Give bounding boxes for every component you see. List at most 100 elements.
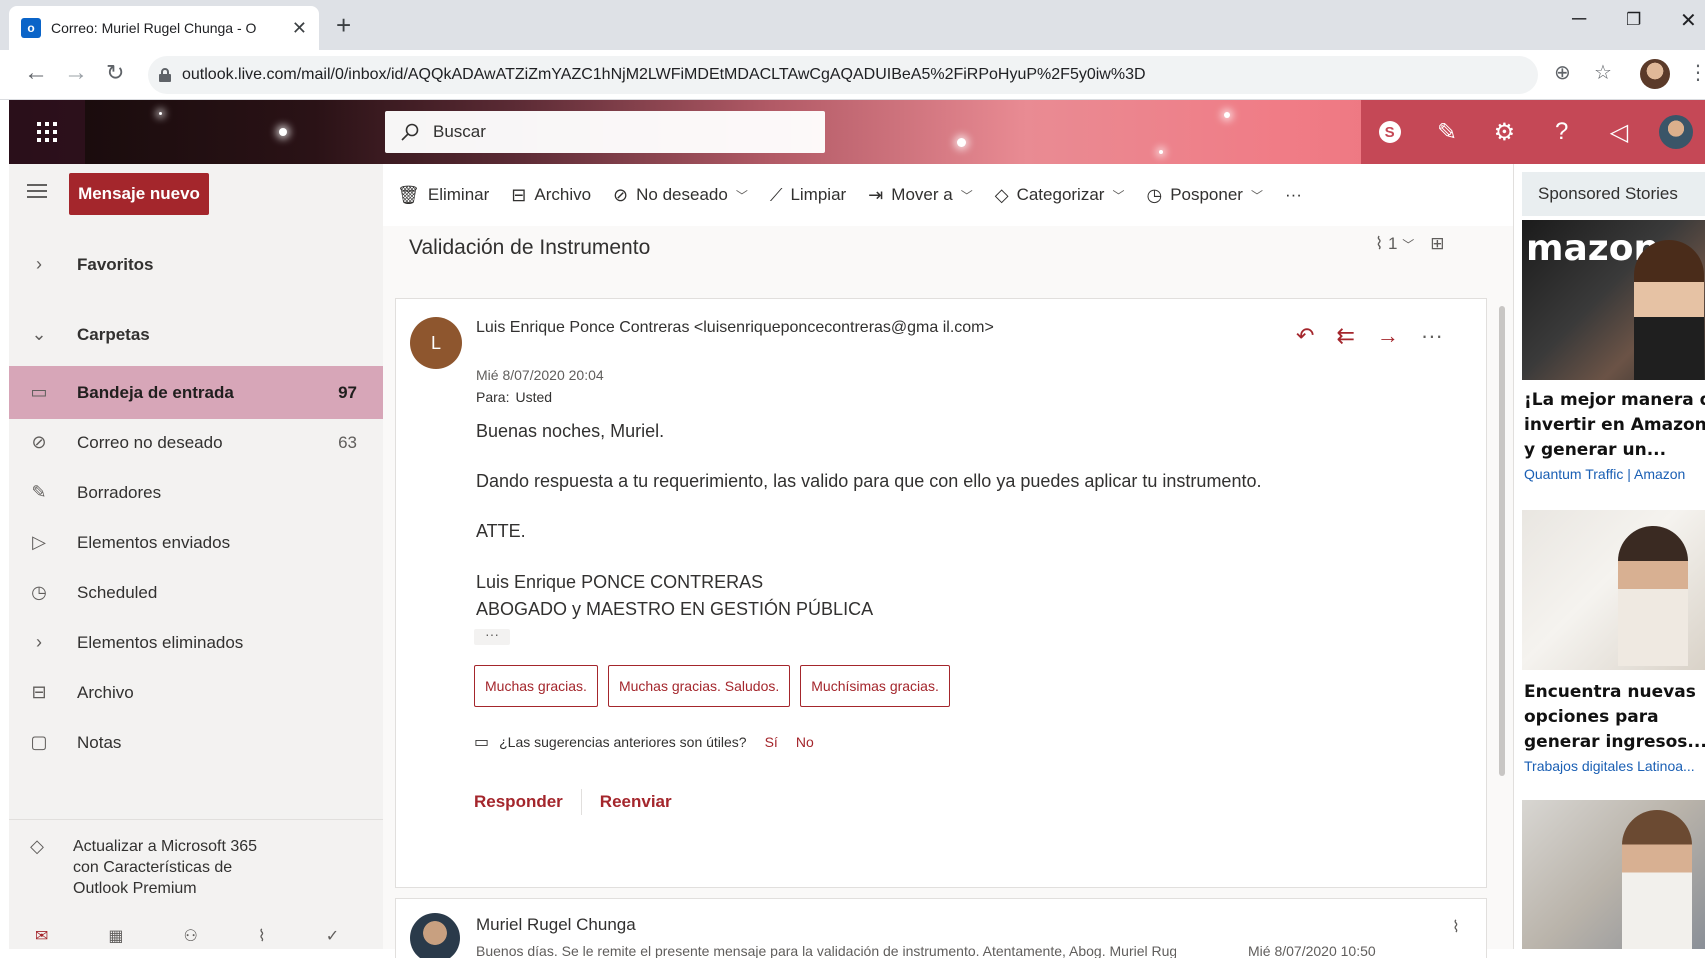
sender-address[interactable]: Luis Enrique Ponce Contreras <luisenriqu…: [476, 315, 996, 340]
bookmark-star-icon[interactable]: ☆: [1594, 60, 1612, 86]
chevron-down-icon[interactable]: ﹀: [1251, 187, 1263, 204]
new-tab-icon[interactable]: +: [336, 12, 351, 38]
minimize-icon[interactable]: ─: [1572, 8, 1586, 31]
archive-icon: ⊟: [31, 682, 47, 702]
reply-all-icon[interactable]: ⇇: [1336, 323, 1354, 349]
reply-icon[interactable]: ↶: [1296, 323, 1314, 349]
reload-icon[interactable]: ↻: [106, 60, 124, 86]
suggested-reply-button[interactable]: Muchísimas gracias.: [800, 665, 950, 707]
reply-button[interactable]: Responder: [474, 792, 563, 812]
folder-notes[interactable]: ▢ Notas: [9, 716, 383, 769]
chrome-menu-icon[interactable]: ⋮: [1688, 60, 1705, 86]
open-in-window-icon[interactable]: ⊞: [1430, 234, 1444, 254]
todo-check-icon[interactable]: ✓: [326, 926, 339, 949]
browser-tab[interactable]: o Correo: Muriel Rugel Chunga - O ✕: [9, 6, 319, 50]
suggestion-feedback: ▭ ¿Las sugerencias anteriores son útiles…: [474, 732, 814, 752]
folder-archive[interactable]: ⊟ Archivo: [9, 666, 383, 719]
attachment-count: 1: [1388, 234, 1398, 253]
forward-icon[interactable]: →: [64, 60, 88, 86]
mail-icon[interactable]: ✉: [35, 926, 48, 949]
folder-drafts[interactable]: ✎ Borradores: [9, 466, 383, 519]
forward-button[interactable]: Reenviar: [600, 792, 672, 812]
calendar-icon[interactable]: ▦: [108, 926, 123, 949]
folders-section[interactable]: ⌄ Carpetas: [9, 308, 383, 361]
close-window-icon[interactable]: ✕: [1680, 8, 1697, 33]
module-switcher: ✉ ▦ ⚇ ⌇ ✓: [9, 926, 383, 949]
favorites-section[interactable]: › Favoritos: [9, 238, 383, 291]
feedback-megaphone-icon[interactable]: ◁: [1590, 100, 1647, 164]
chevron-down-icon[interactable]: ﹀: [736, 187, 748, 204]
restore-icon[interactable]: ❐: [1626, 10, 1641, 30]
to-value[interactable]: Usted: [515, 389, 552, 405]
feedback-no-link[interactable]: No: [796, 734, 814, 750]
ad-title[interactable]: opciones para: [1524, 705, 1705, 730]
feedback-yes-link[interactable]: Sí: [765, 734, 778, 750]
suggested-reply-button[interactable]: Muchas gracias. Saludos.: [607, 665, 791, 707]
more-options-icon[interactable]: ···: [1421, 323, 1443, 349]
my-day-icon[interactable]: ✎: [1418, 100, 1475, 164]
folder-pane: Mensaje nuevo › Favoritos ⌄ Carpetas ▭ B…: [9, 164, 383, 949]
folder-inbox[interactable]: ▭ Bandeja de entrada 97: [9, 366, 383, 419]
folder-deleted[interactable]: › Elementos eliminados: [9, 616, 383, 669]
folder-label: Borradores: [77, 482, 162, 502]
show-quoted-text-button[interactable]: ···: [474, 627, 510, 645]
suggested-reply-button[interactable]: Muchas gracias.: [474, 665, 598, 707]
ad-title[interactable]: Encuentra nuevas: [1524, 680, 1705, 705]
chevron-down-icon[interactable]: ﹀: [1112, 187, 1124, 204]
chevron-right-icon: ›: [36, 254, 42, 274]
ad-source[interactable]: Trabajos digitales Latinoa...: [1524, 758, 1705, 774]
command-bar: 🗑 Eliminar ⊟ Archivo ⊘ No deseado ﹀ ⟋ Li…: [383, 164, 1513, 226]
settings-gear-icon[interactable]: ⚙: [1476, 100, 1533, 164]
ad-title[interactable]: y generar un...: [1524, 438, 1705, 463]
ad-title[interactable]: invertir en Amazon: [1524, 413, 1705, 438]
sender-avatar[interactable]: L: [410, 317, 462, 369]
chevron-down-icon[interactable]: ﹀: [961, 187, 973, 204]
ad-image[interactable]: [1522, 510, 1705, 670]
categorize-button[interactable]: ◇ Categorizar ﹀: [995, 185, 1125, 206]
snooze-label: Posponer: [1170, 185, 1243, 204]
header-decoration: [957, 138, 966, 147]
sweep-button[interactable]: ⟋ Limpiar: [770, 185, 846, 206]
folder-scheduled[interactable]: ◷ Scheduled: [9, 566, 383, 619]
folder-label: Correo no deseado: [77, 432, 223, 452]
ad-title[interactable]: generar ingresos...: [1524, 730, 1705, 755]
ad-person-figure: [1622, 810, 1692, 949]
help-icon[interactable]: ?: [1533, 100, 1590, 164]
profile-avatar[interactable]: [1640, 59, 1670, 89]
diamond-icon: ◇: [30, 836, 44, 856]
collapsed-message[interactable]: Muriel Rugel Chunga Buenos días. Se le r…: [395, 898, 1487, 958]
ad-image[interactable]: [1522, 800, 1705, 949]
more-actions-icon[interactable]: ···: [1285, 185, 1302, 205]
archive-button[interactable]: ⊟ Archivo: [511, 185, 591, 206]
skype-icon[interactable]: S: [1361, 100, 1418, 164]
tag-icon: ◇: [994, 184, 1009, 205]
back-icon[interactable]: ←: [24, 60, 48, 86]
attachment-icon[interactable]: ⌇: [258, 926, 266, 949]
attachments-toggle[interactable]: ⌇ 1 ﹀: [1375, 234, 1414, 254]
ad-image[interactable]: mazon: [1522, 220, 1705, 380]
close-tab-icon[interactable]: ✕: [292, 18, 307, 39]
scrollbar-thumb[interactable]: [1499, 306, 1505, 776]
junk-button[interactable]: ⊘ No deseado ﹀: [613, 185, 748, 206]
categorize-label: Categorizar: [1016, 185, 1105, 204]
snooze-button[interactable]: ◷ Posponer ﹀: [1146, 185, 1263, 206]
forward-icon[interactable]: →: [1377, 323, 1399, 349]
people-icon[interactable]: ⚇: [184, 926, 198, 949]
folder-junk[interactable]: ⊘ Correo no deseado 63: [9, 416, 383, 469]
folder-sent[interactable]: ▷ Elementos enviados: [9, 516, 383, 569]
chevron-down-icon: ⌄: [31, 324, 47, 344]
ad-title[interactable]: ¡La mejor manera d: [1524, 388, 1705, 413]
install-app-icon[interactable]: ⊕: [1554, 60, 1571, 86]
lock-icon: [159, 68, 171, 82]
move-label: Mover a: [891, 185, 953, 204]
app-launcher-icon[interactable]: [9, 100, 85, 164]
move-to-button[interactable]: ⇥ Mover a ﹀: [868, 185, 973, 206]
delete-button[interactable]: 🗑 Eliminar: [397, 185, 489, 206]
search-input[interactable]: Buscar: [385, 111, 825, 153]
upgrade-premium-link[interactable]: ◇ Actualizar a Microsoft 365 con Caracte…: [9, 819, 383, 909]
hamburger-menu-icon[interactable]: [27, 183, 47, 199]
new-message-button[interactable]: Mensaje nuevo: [69, 173, 209, 215]
account-avatar[interactable]: [1648, 100, 1705, 164]
ad-source[interactable]: Quantum Traffic | Amazon: [1524, 466, 1705, 482]
address-bar[interactable]: outlook.live.com/mail/0/inbox/id/AQQkADA…: [148, 56, 1538, 94]
